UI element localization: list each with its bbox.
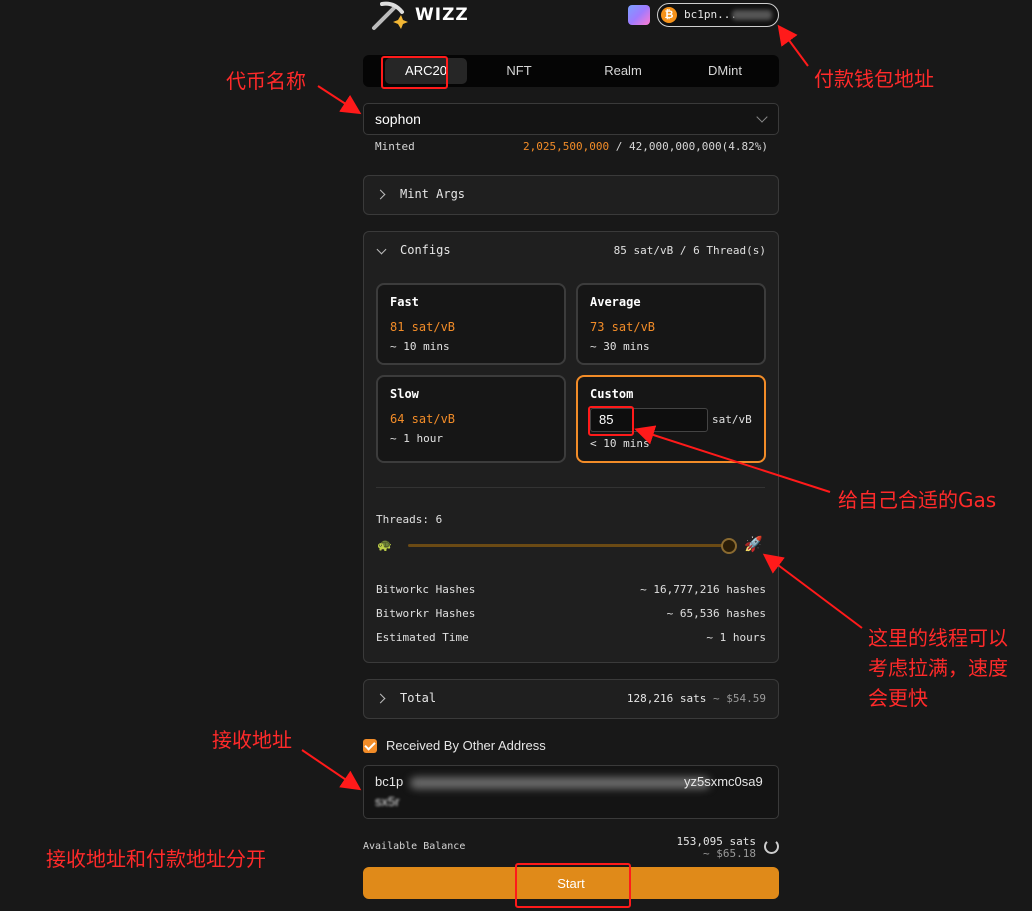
annotation-arrows [301,24,863,791]
arrow-threads [762,553,863,629]
arrow-token-name [317,85,362,115]
arrow-payment-wallet [777,24,809,67]
arrow-gas [634,425,831,493]
arrow-receive-address [301,749,362,791]
